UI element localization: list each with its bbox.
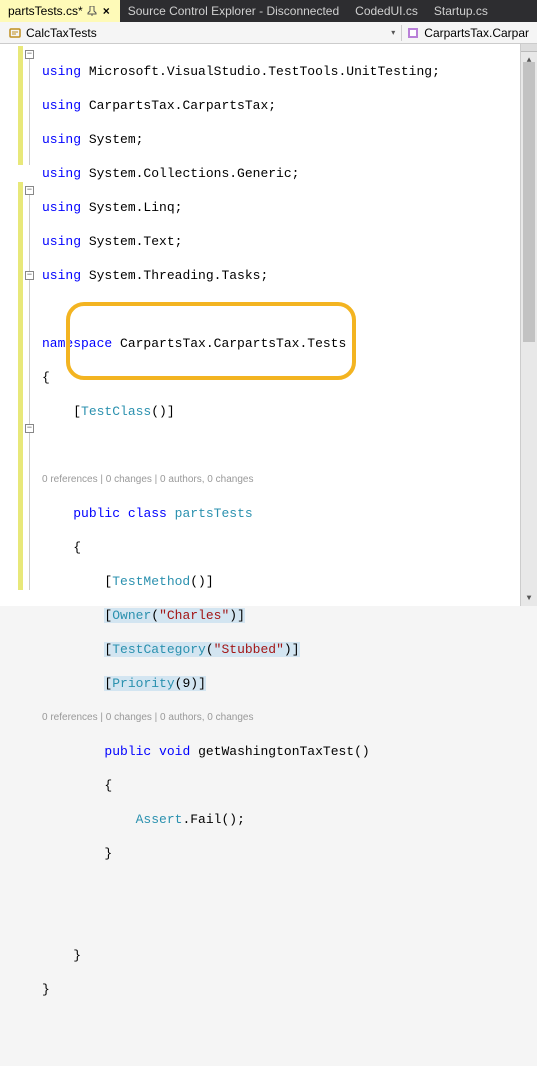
method-name: getWashingtonTaxTest [198, 744, 354, 759]
keyword: using [42, 64, 81, 79]
scroll-thumb[interactable] [523, 62, 535, 342]
chevron-down-icon: ▾ [389, 28, 397, 37]
namespace-ref: Microsoft.VisualStudio.TestTools.UnitTes… [89, 64, 432, 79]
outline-guide [29, 195, 30, 590]
outline-toggle[interactable]: − [25, 186, 34, 195]
class-icon [8, 26, 22, 40]
keyword: using [42, 132, 81, 147]
keyword: using [42, 98, 81, 113]
namespace-name: CarpartsTax.CarpartsTax.Tests [120, 336, 346, 351]
keyword: public [104, 744, 151, 759]
tab-label: Source Control Explorer - Disconnected [128, 4, 339, 18]
change-bar [18, 46, 23, 165]
code-text-area[interactable]: using Microsoft.VisualStudio.TestTools.U… [38, 44, 537, 606]
pin-icon[interactable] [87, 6, 97, 16]
close-icon[interactable]: × [101, 4, 112, 18]
tab-label: partsTests.cs* [8, 4, 83, 18]
namespace-ref: CarpartsTax.CarpartsTax [89, 98, 268, 113]
method-icon [406, 26, 420, 40]
attribute: Priority [112, 676, 174, 691]
outline-guide [29, 59, 30, 165]
keyword: void [159, 744, 190, 759]
scroll-down-arrow[interactable]: ▼ [521, 590, 537, 606]
attribute: TestMethod [112, 574, 190, 589]
tab-codedui[interactable]: CodedUI.cs [347, 0, 426, 22]
namespace-ref: System.Linq [89, 200, 175, 215]
codelens-class[interactable]: 0 references | 0 changes | 0 authors, 0 … [42, 471, 537, 488]
attribute: TestClass [81, 404, 151, 419]
keyword: using [42, 234, 81, 249]
attribute: Owner [112, 608, 151, 623]
namespace-ref: System.Text [89, 234, 175, 249]
outlining-column: − − − − [24, 44, 38, 606]
tab-partstests[interactable]: partsTests.cs* × [0, 0, 120, 22]
keyword: using [42, 268, 81, 283]
outline-toggle[interactable]: − [25, 424, 34, 433]
outline-toggle[interactable]: − [25, 50, 34, 59]
keyword: using [42, 166, 81, 181]
vertical-scrollbar[interactable]: ▲ ▼ [520, 44, 537, 606]
namespace-ref: System.Collections.Generic [89, 166, 292, 181]
keyword: using [42, 200, 81, 215]
type-ref: Assert [136, 812, 183, 827]
class-name: partsTests [175, 506, 253, 521]
outline-toggle[interactable]: − [25, 271, 34, 280]
member-dropdown-label: CarpartsTax.Carpar [424, 26, 529, 40]
attribute: TestCategory [112, 642, 206, 657]
class-dropdown[interactable]: CalcTaxTests ▾ [4, 25, 401, 41]
document-tab-bar: partsTests.cs* × Source Control Explorer… [0, 0, 537, 22]
split-handle[interactable] [521, 44, 537, 52]
tab-startup[interactable]: Startup.cs [426, 0, 496, 22]
code-editor[interactable]: − − − − using Microsoft.VisualStudio.Tes… [0, 44, 537, 606]
member-dropdown[interactable]: CarpartsTax.Carpar [401, 25, 533, 41]
namespace-ref: System.Threading.Tasks [89, 268, 261, 283]
keyword: namespace [42, 336, 112, 351]
class-dropdown-label: CalcTaxTests [26, 26, 97, 40]
editor-margin [0, 44, 18, 606]
string-literal: "Stubbed" [214, 642, 284, 657]
namespace-ref: System [89, 132, 136, 147]
codelens-method[interactable]: 0 references | 0 changes | 0 authors, 0 … [42, 709, 537, 726]
navigation-bar: CalcTaxTests ▾ CarpartsTax.Carpar [0, 22, 537, 44]
change-bar [18, 182, 23, 590]
number-literal: 9 [182, 676, 190, 691]
method-call: Fail [190, 812, 221, 827]
tab-source-control-explorer[interactable]: Source Control Explorer - Disconnected [120, 0, 347, 22]
string-literal: "Charles" [159, 608, 229, 623]
keyword: public [73, 506, 120, 521]
tab-label: Startup.cs [434, 4, 488, 18]
keyword: class [128, 506, 167, 521]
tab-label: CodedUI.cs [355, 4, 418, 18]
